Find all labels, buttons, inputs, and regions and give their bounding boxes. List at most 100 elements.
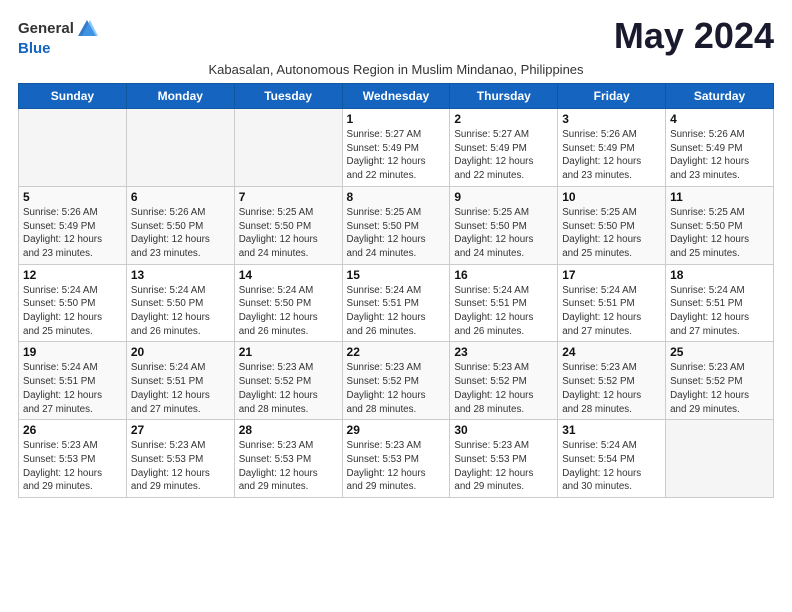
day-detail: Sunrise: 5:25 AMSunset: 5:50 PMDaylight:…: [239, 206, 338, 261]
calendar-cell: 20 Sunrise: 5:24 AMSunset: 5:51 PMDayligh…: [126, 342, 234, 420]
calendar-cell: 16Sunrise: 5:24 AMSunset: 5:51 PMDayligh…: [450, 264, 558, 342]
day-detail: Sunrise: 5:26 AMSunset: 5:50 PMDaylight:…: [131, 206, 230, 261]
week-row-1: 1 Sunrise: 5:27 AMSunset: 5:49 PMDaylight…: [19, 109, 774, 187]
calendar-cell: 6Sunrise: 5:26 AMSunset: 5:50 PMDaylight…: [126, 186, 234, 264]
calendar-cell: 27 Sunrise: 5:23 AMSunset: 5:53 PMDayligh…: [126, 420, 234, 498]
calendar-cell: 9 Sunrise: 5:25 AMSunset: 5:50 PMDaylight…: [450, 186, 558, 264]
calendar-cell: 21 Sunrise: 5:23 AMSunset: 5:52 PMDayligh…: [234, 342, 342, 420]
logo: General Blue: [18, 18, 98, 58]
day-number: 3: [562, 112, 661, 126]
day-number: 8: [347, 190, 446, 204]
day-detail: Sunrise: 5:23 AMSunset: 5:53 PMDaylight:…: [131, 439, 230, 494]
day-detail: Sunrise: 5:25 AMSunset: 5:50 PMDaylight:…: [347, 206, 446, 261]
day-detail: Sunrise: 5:26 AMSunset: 5:49 PMDaylight:…: [23, 206, 122, 261]
calendar-cell: 8 Sunrise: 5:25 AMSunset: 5:50 PMDaylight…: [342, 186, 450, 264]
day-detail: Sunrise: 5:23 AMSunset: 5:52 PMDaylight:…: [454, 361, 553, 416]
week-row-4: 19 Sunrise: 5:24 AMSunset: 5:51 PMDayligh…: [19, 342, 774, 420]
day-detail: Sunrise: 5:24 AMSunset: 5:50 PMDaylight:…: [239, 284, 338, 339]
day-number: 5: [23, 190, 122, 204]
day-header-tuesday: Tuesday: [234, 84, 342, 109]
day-number: 31: [562, 423, 661, 437]
day-number: 18: [670, 268, 769, 282]
day-number: 30: [454, 423, 553, 437]
day-header-sunday: Sunday: [19, 84, 127, 109]
day-header-wednesday: Wednesday: [342, 84, 450, 109]
calendar-cell: 17 Sunrise: 5:24 AMSunset: 5:51 PMDayligh…: [558, 264, 666, 342]
calendar-cell: 5 Sunrise: 5:26 AMSunset: 5:49 PMDaylight…: [19, 186, 127, 264]
day-detail: Sunrise: 5:24 AMSunset: 5:51 PMDaylight:…: [670, 284, 769, 339]
calendar-cell: [19, 109, 127, 187]
day-detail: Sunrise: 5:24 AMSunset: 5:51 PMDaylight:…: [23, 361, 122, 416]
calendar-cell: 26 Sunrise: 5:23 AMSunset: 5:53 PMDayligh…: [19, 420, 127, 498]
page: General Blue May 2024 Kabasalan, Autonom…: [0, 0, 792, 508]
week-row-3: 12 Sunrise: 5:24 AMSunset: 5:50 PMDayligh…: [19, 264, 774, 342]
logo-general: General: [18, 21, 74, 38]
day-number: 11: [670, 190, 769, 204]
day-header-monday: Monday: [126, 84, 234, 109]
day-detail: Sunrise: 5:26 AMSunset: 5:49 PMDaylight:…: [670, 128, 769, 183]
calendar-cell: 13 Sunrise: 5:24 AMSunset: 5:50 PMDayligh…: [126, 264, 234, 342]
day-number: 7: [239, 190, 338, 204]
calendar-cell: 3 Sunrise: 5:26 AMSunset: 5:49 PMDaylight…: [558, 109, 666, 187]
day-detail: Sunrise: 5:23 AMSunset: 5:52 PMDaylight:…: [562, 361, 661, 416]
day-detail: Sunrise: 5:23 AMSunset: 5:52 PMDaylight:…: [239, 361, 338, 416]
day-number: 27: [131, 423, 230, 437]
calendar-cell: 1Sunrise: 5:27 AMSunset: 5:49 PMDaylight…: [342, 109, 450, 187]
day-number: 20: [131, 345, 230, 359]
day-number: 16: [454, 268, 553, 282]
day-detail: Sunrise: 5:25 AMSunset: 5:50 PMDaylight:…: [454, 206, 553, 261]
day-detail: Sunrise: 5:24 AMSunset: 5:50 PMDaylight:…: [131, 284, 230, 339]
day-header-thursday: Thursday: [450, 84, 558, 109]
day-number: 12: [23, 268, 122, 282]
day-number: 24: [562, 345, 661, 359]
logo-icon: [76, 18, 98, 40]
day-detail: Sunrise: 5:26 AMSunset: 5:49 PMDaylight:…: [562, 128, 661, 183]
day-detail: Sunrise: 5:24 AMSunset: 5:54 PMDaylight:…: [562, 439, 661, 494]
calendar-cell: 31 Sunrise: 5:24 AMSunset: 5:54 PMDayligh…: [558, 420, 666, 498]
calendar-cell: 18 Sunrise: 5:24 AMSunset: 5:51 PMDayligh…: [666, 264, 774, 342]
day-number: 22: [347, 345, 446, 359]
day-number: 1: [347, 112, 446, 126]
day-number: 4: [670, 112, 769, 126]
day-detail: Sunrise: 5:23 AMSunset: 5:53 PMDaylight:…: [239, 439, 338, 494]
calendar-cell: 12 Sunrise: 5:24 AMSunset: 5:50 PMDayligh…: [19, 264, 127, 342]
day-header-friday: Friday: [558, 84, 666, 109]
calendar-cell: 10 Sunrise: 5:25 AMSunset: 5:50 PMDayligh…: [558, 186, 666, 264]
day-number: 28: [239, 423, 338, 437]
header: General Blue May 2024: [18, 18, 774, 58]
calendar-header-row: SundayMondayTuesdayWednesdayThursdayFrid…: [19, 84, 774, 109]
calendar-cell: 23 Sunrise: 5:23 AMSunset: 5:52 PMDayligh…: [450, 342, 558, 420]
day-number: 15: [347, 268, 446, 282]
day-detail: Sunrise: 5:25 AMSunset: 5:50 PMDaylight:…: [562, 206, 661, 261]
day-detail: Sunrise: 5:24 AMSunset: 5:51 PMDaylight:…: [347, 284, 446, 339]
day-detail: Sunrise: 5:24 AMSunset: 5:51 PMDaylight:…: [131, 361, 230, 416]
day-number: 13: [131, 268, 230, 282]
day-number: 19: [23, 345, 122, 359]
calendar-cell: 14 Sunrise: 5:24 AMSunset: 5:50 PMDayligh…: [234, 264, 342, 342]
day-number: 21: [239, 345, 338, 359]
day-detail: Sunrise: 5:24 AMSunset: 5:51 PMDaylight:…: [562, 284, 661, 339]
week-row-2: 5 Sunrise: 5:26 AMSunset: 5:49 PMDaylight…: [19, 186, 774, 264]
calendar-cell: 28 Sunrise: 5:23 AMSunset: 5:53 PMDayligh…: [234, 420, 342, 498]
calendar-cell: 19 Sunrise: 5:24 AMSunset: 5:51 PMDayligh…: [19, 342, 127, 420]
day-number: 25: [670, 345, 769, 359]
day-header-saturday: Saturday: [666, 84, 774, 109]
day-detail: Sunrise: 5:27 AMSunset: 5:49 PMDaylight:…: [454, 128, 553, 183]
logo-blue: Blue: [18, 40, 51, 57]
day-detail: Sunrise: 5:23 AMSunset: 5:53 PMDaylight:…: [347, 439, 446, 494]
day-detail: Sunrise: 5:23 AMSunset: 5:53 PMDaylight:…: [23, 439, 122, 494]
calendar-cell: 29 Sunrise: 5:23 AMSunset: 5:53 PMDayligh…: [342, 420, 450, 498]
day-number: 10: [562, 190, 661, 204]
day-number: 23: [454, 345, 553, 359]
day-detail: Sunrise: 5:24 AMSunset: 5:50 PMDaylight:…: [23, 284, 122, 339]
day-number: 14: [239, 268, 338, 282]
day-detail: Sunrise: 5:25 AMSunset: 5:50 PMDaylight:…: [670, 206, 769, 261]
calendar-cell: [234, 109, 342, 187]
day-number: 29: [347, 423, 446, 437]
day-number: 9: [454, 190, 553, 204]
month-title: May 2024: [614, 18, 774, 54]
day-number: 17: [562, 268, 661, 282]
day-number: 26: [23, 423, 122, 437]
calendar-cell: 7 Sunrise: 5:25 AMSunset: 5:50 PMDaylight…: [234, 186, 342, 264]
calendar-cell: [126, 109, 234, 187]
